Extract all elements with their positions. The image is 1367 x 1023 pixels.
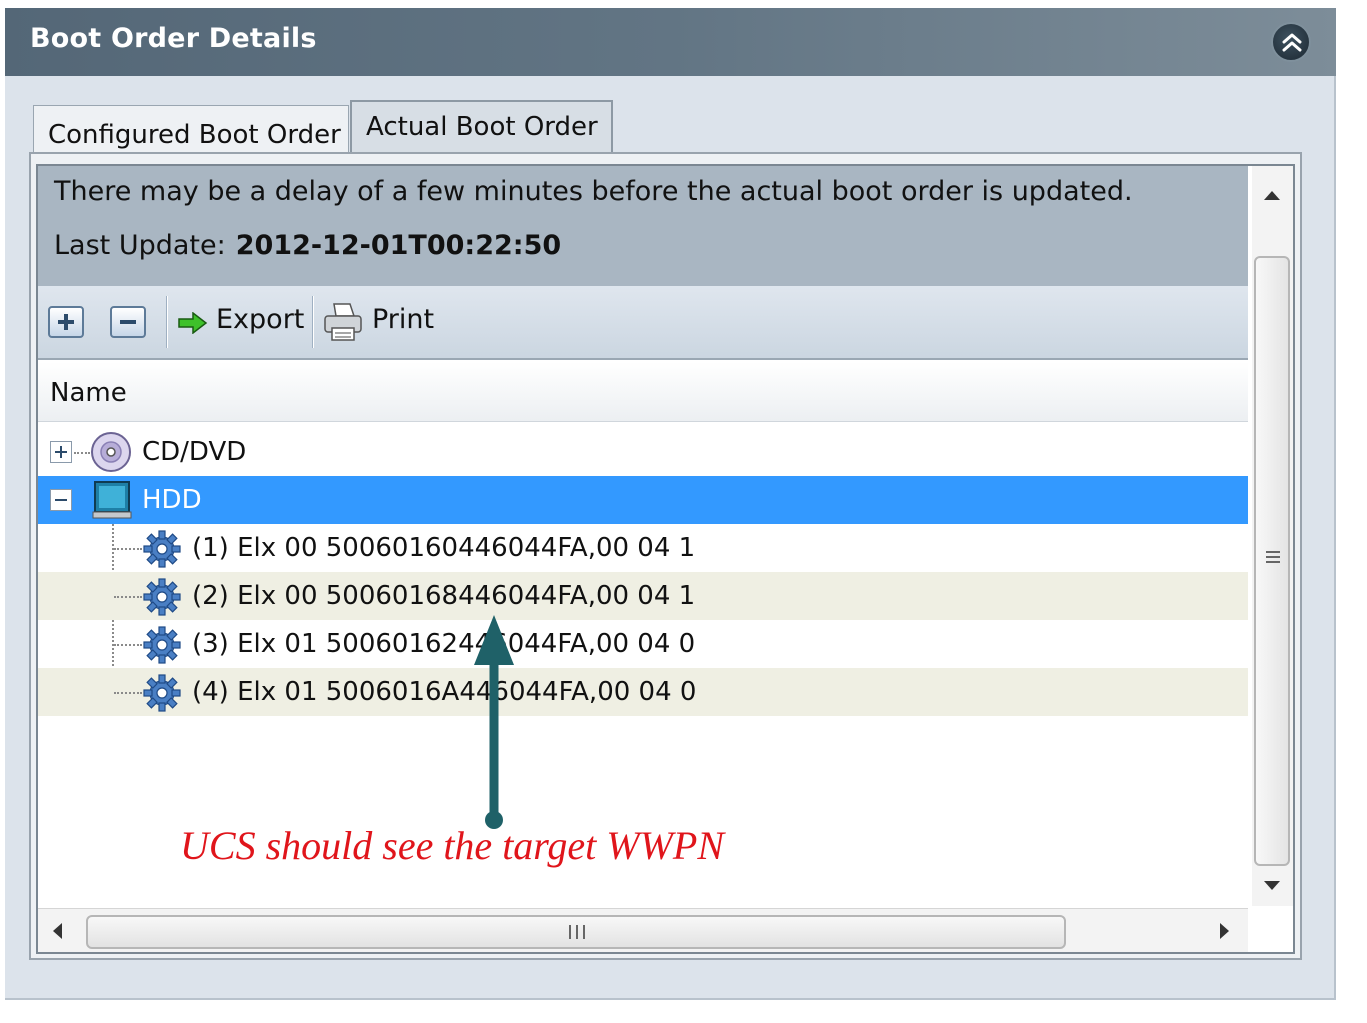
green-arrow-icon [178, 312, 208, 334]
export-label: Export [216, 304, 305, 335]
tree-connector [114, 548, 142, 550]
vertical-scroll-thumb[interactable] [1254, 256, 1290, 866]
cd-icon [91, 432, 131, 472]
column-name-label: Name [50, 378, 127, 408]
horizontal-scrollbar[interactable] [38, 908, 1248, 952]
tree-row-boot-target[interactable]: (2) Elx 00 50060168446044FA,00 04 1 [38, 572, 1248, 620]
print-label: Print [372, 304, 435, 335]
last-update: Last Update: 2012-12-01T00:22:50 [54, 230, 561, 261]
printer-icon [324, 303, 362, 341]
tree-connector [114, 692, 142, 694]
tree-row-boot-target[interactable]: (3) Elx 01 50060162446044FA,00 04 0 [38, 620, 1248, 668]
export-button[interactable]: Export [176, 286, 308, 358]
collapse-all-button[interactable] [110, 306, 146, 338]
tab-actual-boot-order[interactable]: Actual Boot Order [350, 100, 613, 160]
gear-icon [143, 578, 181, 616]
plus-icon [55, 446, 67, 458]
collapse-panel-button[interactable] [1271, 22, 1311, 62]
annotation-arrow-icon [474, 615, 514, 829]
last-update-value: 2012-12-01T00:22:50 [235, 230, 562, 261]
column-header-name[interactable]: Name [38, 362, 1248, 422]
toolbar-separator [166, 296, 168, 348]
tree-row-label: HDD [142, 485, 202, 515]
scroll-right-arrow-icon[interactable] [1218, 921, 1232, 941]
scroll-up-arrow-icon[interactable] [1262, 188, 1282, 202]
tree-row-label: (4) Elx 01 5006016A446044FA,00 04 0 [192, 677, 697, 707]
print-button[interactable]: Print [320, 286, 440, 358]
vertical-scrollbar[interactable] [1252, 166, 1293, 906]
hdd-icon [92, 481, 132, 519]
tree-row-hdd[interactable]: HDD [38, 476, 1248, 524]
scroll-down-arrow-icon[interactable] [1262, 878, 1282, 892]
scroll-left-arrow-icon[interactable] [50, 921, 64, 941]
tree-connector [114, 644, 142, 646]
collapse-toggle[interactable] [50, 489, 72, 511]
double-chevron-up-icon [1282, 33, 1302, 52]
expand-toggle[interactable] [50, 441, 72, 463]
toolbar-separator [312, 296, 314, 348]
last-update-label: Last Update: [54, 230, 226, 261]
gear-icon [143, 674, 181, 712]
minus-icon [55, 499, 67, 501]
tree-row-boot-target[interactable]: (1) Elx 00 50060160446044FA,00 04 1 [38, 524, 1248, 572]
panel-title: Boot Order Details [30, 23, 317, 54]
tree-row-label: (3) Elx 01 50060162446044FA,00 04 0 [192, 629, 696, 659]
tree-row-label: (2) Elx 00 50060168446044FA,00 04 1 [192, 581, 696, 611]
minus-icon [120, 320, 136, 324]
plus-icon [58, 314, 74, 330]
info-banner: There may be a delay of a few minutes be… [38, 166, 1248, 286]
toolbar: Export Print [38, 286, 1248, 360]
tree-row-boot-target[interactable]: (4) Elx 01 5006016A446044FA,00 04 0 [38, 668, 1248, 716]
tree-connector [114, 596, 142, 598]
horizontal-scroll-thumb[interactable] [86, 915, 1066, 949]
tree-connector [74, 452, 90, 454]
annotation-text: UCS should see the target WWPN [180, 823, 725, 868]
grip-icon [569, 925, 585, 939]
panel-header: Boot Order Details [5, 8, 1336, 76]
tree-row-cd-dvd[interactable]: CD/DVD [38, 428, 1248, 476]
grip-icon [1266, 551, 1280, 563]
tree-row-label: CD/DVD [142, 437, 247, 467]
expand-all-button[interactable] [48, 306, 84, 338]
gear-icon [143, 530, 181, 568]
delay-message: There may be a delay of a few minutes be… [54, 176, 1133, 207]
tree-row-label: (1) Elx 00 50060160446044FA,00 04 1 [192, 533, 696, 563]
tab-configured-boot-order[interactable]: Configured Boot Order [33, 105, 349, 157]
gear-icon [143, 626, 181, 664]
